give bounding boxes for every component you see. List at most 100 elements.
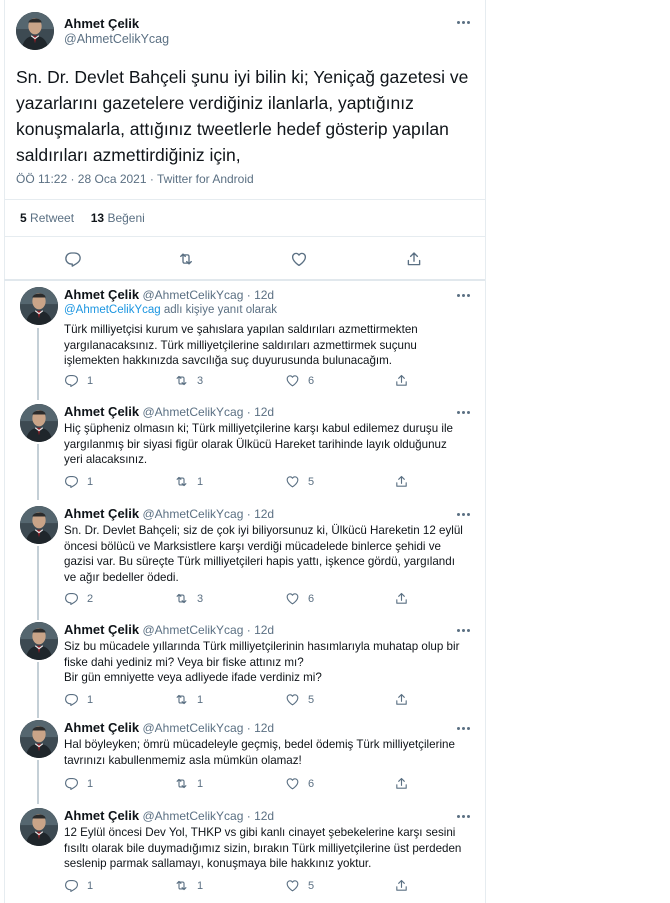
likes-stat[interactable]: 13 Beğeni (91, 211, 145, 225)
reply-avatar[interactable] (20, 808, 58, 846)
more-icon[interactable] (454, 405, 472, 419)
reply-author-handle[interactable]: @AhmetCelikYcag (142, 809, 243, 823)
reply-tweet[interactable]: Ahmet Çelik @AhmetCelikYcag · 12d 12 Eyl… (4, 806, 485, 902)
reply-author-name[interactable]: Ahmet Çelik (64, 720, 139, 735)
avatar-image (20, 720, 58, 758)
reply-time[interactable]: 12d (254, 288, 274, 302)
reply-tweet[interactable]: Ahmet Çelik @AhmetCelikYcag · 12d Hal bö… (4, 718, 485, 798)
share-action[interactable] (394, 878, 409, 893)
reply-header: Ahmet Çelik @AhmetCelikYcag · 12d (64, 404, 275, 419)
avatar-image (20, 506, 58, 544)
reply-author-name[interactable]: Ahmet Çelik (64, 622, 139, 637)
like-action[interactable]: 6 (285, 776, 314, 791)
reply-action[interactable]: 1 (64, 692, 93, 707)
retweet-icon (174, 373, 189, 388)
share-action[interactable] (394, 591, 409, 606)
replying-to-handle[interactable]: @AhmetCelikYcag (64, 304, 161, 316)
author-name[interactable]: Ahmet Çelik (64, 16, 139, 31)
retweet-action[interactable]: 1 (174, 692, 203, 707)
reply-author-name[interactable]: Ahmet Çelik (64, 404, 139, 419)
reply-time[interactable]: 12d (254, 809, 274, 823)
like-action[interactable]: 5 (285, 474, 314, 489)
reply-avatar[interactable] (20, 404, 58, 442)
like-action[interactable]: 6 (285, 591, 314, 606)
retweet-action[interactable]: 1 (174, 776, 203, 791)
reply-icon[interactable] (64, 250, 82, 268)
reply-time[interactable]: 12d (254, 507, 274, 521)
author-avatar[interactable] (16, 12, 54, 50)
share-action[interactable] (394, 373, 409, 388)
heart-icon (285, 474, 300, 489)
retweet-count: 1 (197, 777, 204, 790)
reply-avatar[interactable] (20, 720, 58, 758)
share-icon (394, 474, 409, 489)
avatar-image (16, 12, 54, 50)
reply-count: 1 (87, 693, 94, 706)
reply-author-handle[interactable]: @AhmetCelikYcag (142, 507, 243, 521)
reply-author-name[interactable]: Ahmet Çelik (64, 287, 139, 302)
share-action[interactable] (394, 474, 409, 489)
reply-text: Hiç şüpheniz olmasın ki; Türk milliyetçi… (64, 422, 453, 466)
reply-avatar[interactable] (20, 506, 58, 544)
more-icon[interactable] (454, 623, 472, 637)
reply-tweet[interactable]: Ahmet Çelik @AhmetCelikYcag · 12d Sn. Dr… (4, 504, 485, 618)
reply-text: Hal böyleyken; ömrü mücadeleyle geçmiş, … (64, 738, 455, 767)
retweet-icon[interactable] (177, 250, 195, 268)
reply-header: Ahmet Çelik @AhmetCelikYcag · 12d (64, 287, 275, 302)
reply-actions: 1 3 6 (64, 373, 414, 389)
reply-header: Ahmet Çelik @AhmetCelikYcag · 12d (64, 808, 275, 823)
retweet-icon (174, 692, 189, 707)
share-action[interactable] (394, 692, 409, 707)
retweet-action[interactable]: 1 (174, 878, 203, 893)
reply-action[interactable]: 1 (64, 474, 93, 489)
reply-time[interactable]: 12d (254, 405, 274, 419)
reply-author-handle[interactable]: @AhmetCelikYcag (142, 288, 243, 302)
section-divider (4, 279, 485, 281)
heart-icon (285, 878, 300, 893)
reply-author-handle[interactable]: @AhmetCelikYcag (142, 721, 243, 735)
reply-actions: 1 1 6 (64, 776, 414, 792)
avatar-image (20, 404, 58, 442)
reply-action[interactable]: 1 (64, 878, 93, 893)
more-icon[interactable] (454, 809, 472, 823)
like-count: 6 (308, 777, 315, 790)
reply-tweet[interactable]: Ahmet Çelik @AhmetCelikYcag · 12d @Ahmet… (4, 285, 485, 397)
avatar-image (20, 622, 58, 660)
tweet-source[interactable]: Twitter for Android (157, 172, 254, 186)
reply-author-handle[interactable]: @AhmetCelikYcag (142, 623, 243, 637)
retweets-count: 5 (20, 211, 27, 225)
more-icon[interactable] (454, 507, 472, 521)
author-handle[interactable]: @AhmetCelikYcag (64, 32, 169, 46)
reply-time[interactable]: 12d (254, 721, 274, 735)
retweet-action[interactable]: 3 (174, 373, 203, 388)
reply-time[interactable]: 12d (254, 623, 274, 637)
more-icon[interactable] (454, 15, 472, 29)
reply-author-handle[interactable]: @AhmetCelikYcag (142, 405, 243, 419)
reply-action[interactable]: 1 (64, 373, 93, 388)
reply-author-name[interactable]: Ahmet Çelik (64, 506, 139, 521)
like-action[interactable]: 5 (285, 692, 314, 707)
reply-actions: 1 1 5 (64, 878, 414, 894)
more-icon[interactable] (454, 288, 472, 302)
retweet-action[interactable]: 1 (174, 474, 203, 489)
like-action[interactable]: 5 (285, 878, 314, 893)
reply-tweet[interactable]: Ahmet Çelik @AhmetCelikYcag · 12d Siz bu… (4, 620, 485, 716)
reply-avatar[interactable] (20, 622, 58, 660)
share-icon[interactable] (405, 250, 423, 268)
retweets-stat[interactable]: 5 Retweet (20, 211, 74, 225)
reply-action[interactable]: 2 (64, 591, 93, 606)
reply-author-name[interactable]: Ahmet Çelik (64, 808, 139, 823)
like-action[interactable]: 6 (285, 373, 314, 388)
tweet-text: Sn. Dr. Devlet Bahçeli şunu iyi bilin ki… (16, 67, 469, 165)
more-icon[interactable] (454, 721, 472, 735)
like-count: 6 (308, 374, 315, 387)
retweet-action[interactable]: 3 (174, 591, 203, 606)
tweet-time[interactable]: ÖÖ 11:22 · 28 Oca 2021 (16, 172, 147, 186)
heart-icon[interactable] (290, 250, 308, 268)
reply-action[interactable]: 1 (64, 776, 93, 791)
share-action[interactable] (394, 776, 409, 791)
reply-tweet[interactable]: Ahmet Çelik @AhmetCelikYcag · 12d Hiç şü… (4, 402, 485, 498)
reply-avatar[interactable] (20, 287, 58, 325)
reply-header: Ahmet Çelik @AhmetCelikYcag · 12d (64, 506, 275, 521)
reply-icon (64, 474, 79, 489)
